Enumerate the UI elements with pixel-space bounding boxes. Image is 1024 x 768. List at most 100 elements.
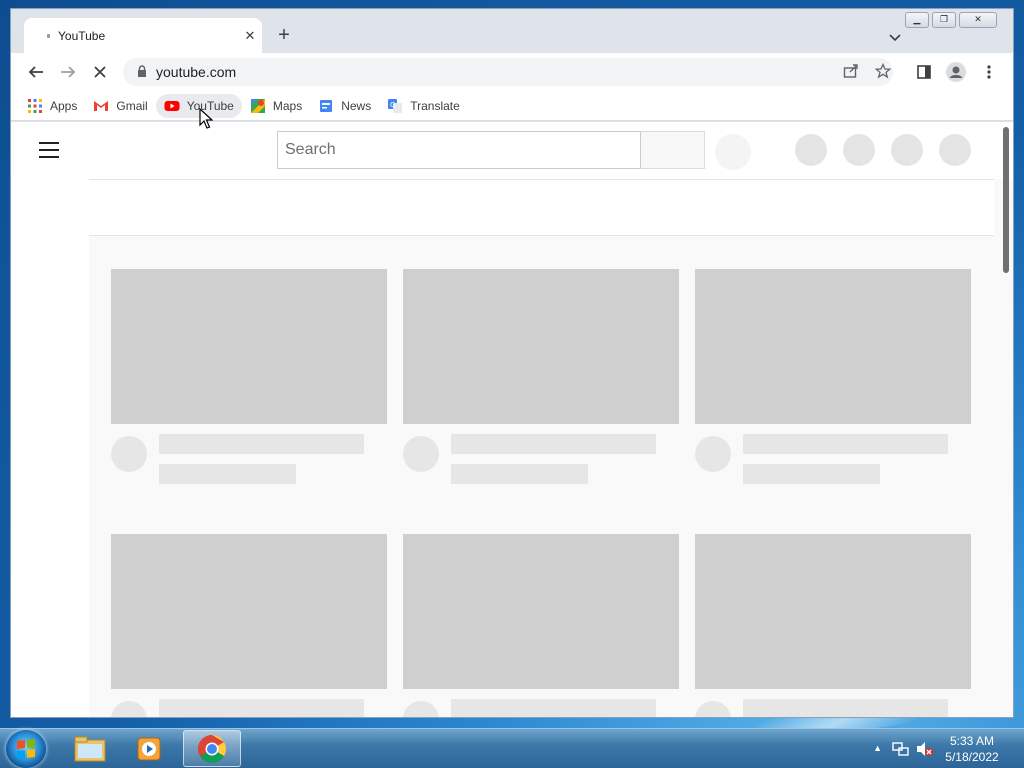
tab-close-button[interactable]: ✕	[238, 28, 262, 44]
folder-icon	[74, 736, 106, 762]
stop-loading-button[interactable]	[89, 61, 111, 83]
channel-avatar-placeholder	[111, 701, 147, 717]
tab-loading-icon	[47, 34, 50, 38]
windows-logo-icon	[17, 739, 35, 759]
share-icon	[843, 64, 858, 78]
volume-muted-icon[interactable]	[916, 741, 934, 757]
youtube-icon	[164, 100, 180, 111]
guide-menu-icon[interactable]	[39, 142, 59, 163]
title-line-placeholder	[159, 699, 364, 717]
network-icon[interactable]	[892, 741, 910, 757]
browser-toolbar: youtube.com	[11, 53, 1013, 91]
title-line-placeholder	[743, 699, 948, 717]
share-button[interactable]	[843, 63, 859, 84]
tab-search-button[interactable]	[889, 29, 901, 47]
video-thumbnail-placeholder[interactable]	[695, 269, 971, 424]
start-button[interactable]	[6, 730, 46, 768]
channel-avatar-placeholder	[695, 436, 731, 472]
minimize-button[interactable]: ▁	[905, 12, 929, 28]
channel-avatar-placeholder	[111, 436, 147, 472]
back-arrow-icon	[28, 66, 43, 78]
bookmark-gmail[interactable]: Gmail	[85, 94, 155, 118]
bookmark-maps[interactable]: Maps	[242, 94, 310, 118]
gmail-icon	[94, 100, 109, 111]
new-tab-button[interactable]: +	[273, 25, 295, 47]
taskbar-media-player[interactable]	[122, 730, 180, 767]
bookmark-label: News	[341, 98, 372, 113]
title-line-placeholder	[159, 434, 364, 454]
bookmark-apps[interactable]: Apps	[19, 94, 85, 118]
search-placeholder: Search	[285, 141, 336, 158]
channel-avatar-placeholder	[403, 436, 439, 472]
apps-grid-icon	[28, 98, 42, 113]
side-panel-button[interactable]	[913, 61, 935, 83]
profile-avatar-icon	[946, 62, 966, 82]
show-hidden-icons-button[interactable]: ▲	[873, 743, 882, 753]
bookmark-label: Maps	[272, 98, 303, 113]
channel-avatar-placeholder	[403, 701, 439, 717]
stop-x-icon	[94, 66, 106, 78]
taskbar-explorer[interactable]	[62, 730, 120, 767]
bookmark-news[interactable]: News	[310, 94, 379, 118]
star-icon	[874, 62, 892, 79]
bookmark-label: Gmail	[116, 98, 148, 113]
guide-sidebar	[11, 179, 89, 717]
forward-arrow-icon	[61, 66, 76, 78]
system-clock[interactable]: 5:33 AM 5/18/2022	[942, 733, 1002, 765]
tab-title: YouTube	[58, 29, 106, 43]
maps-icon	[250, 98, 265, 113]
media-player-icon	[137, 737, 161, 761]
search-button[interactable]	[641, 131, 705, 169]
bookmark-label: Translate	[410, 98, 460, 113]
lock-icon	[138, 65, 146, 77]
youtube-header: Search	[11, 122, 1013, 179]
youtube-page: Search	[11, 122, 1013, 717]
chrome-icon	[198, 735, 226, 763]
chips-bar-placeholder	[89, 179, 994, 236]
close-window-button[interactable]: ✕	[959, 12, 997, 28]
taskbar-chrome[interactable]	[183, 730, 241, 767]
title-line-placeholder	[743, 434, 948, 454]
browser-window: YouTube ✕ + ▁ ❐ ✕ youtube.com Apps Gmail…	[10, 8, 1014, 718]
window-controls: ▁ ❐ ✕	[905, 12, 997, 28]
news-icon	[320, 99, 333, 112]
title-line-placeholder	[451, 699, 656, 717]
forward-button[interactable]	[57, 61, 79, 83]
side-panel-icon	[917, 65, 931, 79]
tab-strip: YouTube ✕ + ▁ ❐ ✕	[11, 9, 1013, 54]
translate-icon: G	[388, 98, 403, 113]
header-button-placeholder[interactable]	[843, 134, 875, 166]
clock-date: 5/18/2022	[945, 750, 999, 764]
bookmark-label: Apps	[50, 98, 78, 113]
restore-button[interactable]: ❐	[932, 12, 956, 28]
bookmark-star-button[interactable]	[874, 62, 892, 84]
profile-button[interactable]	[945, 61, 967, 83]
voice-search-placeholder[interactable]	[715, 134, 751, 170]
back-button[interactable]	[25, 61, 47, 83]
video-thumbnail-placeholder[interactable]	[111, 534, 387, 689]
search-input[interactable]: Search	[277, 131, 641, 169]
mouse-cursor-icon	[199, 108, 213, 129]
menu-button[interactable]	[978, 61, 1000, 83]
video-thumbnail-placeholder[interactable]	[695, 534, 971, 689]
meta-line-placeholder	[159, 464, 296, 484]
svg-text:G: G	[390, 101, 395, 109]
page-scrollbar[interactable]	[1003, 127, 1009, 273]
bookmarks-bar: Apps Gmail YouTube Maps News G Translate	[11, 91, 1013, 121]
video-thumbnail-placeholder[interactable]	[403, 534, 679, 689]
header-button-placeholder[interactable]	[939, 134, 971, 166]
taskbar: ▲ 5:33 AM 5/18/2022	[0, 728, 1024, 768]
more-vertical-icon	[987, 65, 991, 79]
tab-youtube[interactable]: YouTube ✕	[24, 18, 262, 54]
title-line-placeholder	[451, 434, 656, 454]
url-text: youtube.com	[156, 64, 237, 80]
meta-line-placeholder	[451, 464, 588, 484]
video-thumbnail-placeholder[interactable]	[403, 269, 679, 424]
chevron-down-icon	[889, 34, 901, 42]
video-thumbnail-placeholder[interactable]	[111, 269, 387, 424]
header-button-placeholder[interactable]	[891, 134, 923, 166]
header-button-placeholder[interactable]	[795, 134, 827, 166]
meta-line-placeholder	[743, 464, 880, 484]
bookmark-translate[interactable]: G Translate	[379, 94, 468, 118]
address-bar[interactable]: youtube.com	[123, 58, 893, 86]
